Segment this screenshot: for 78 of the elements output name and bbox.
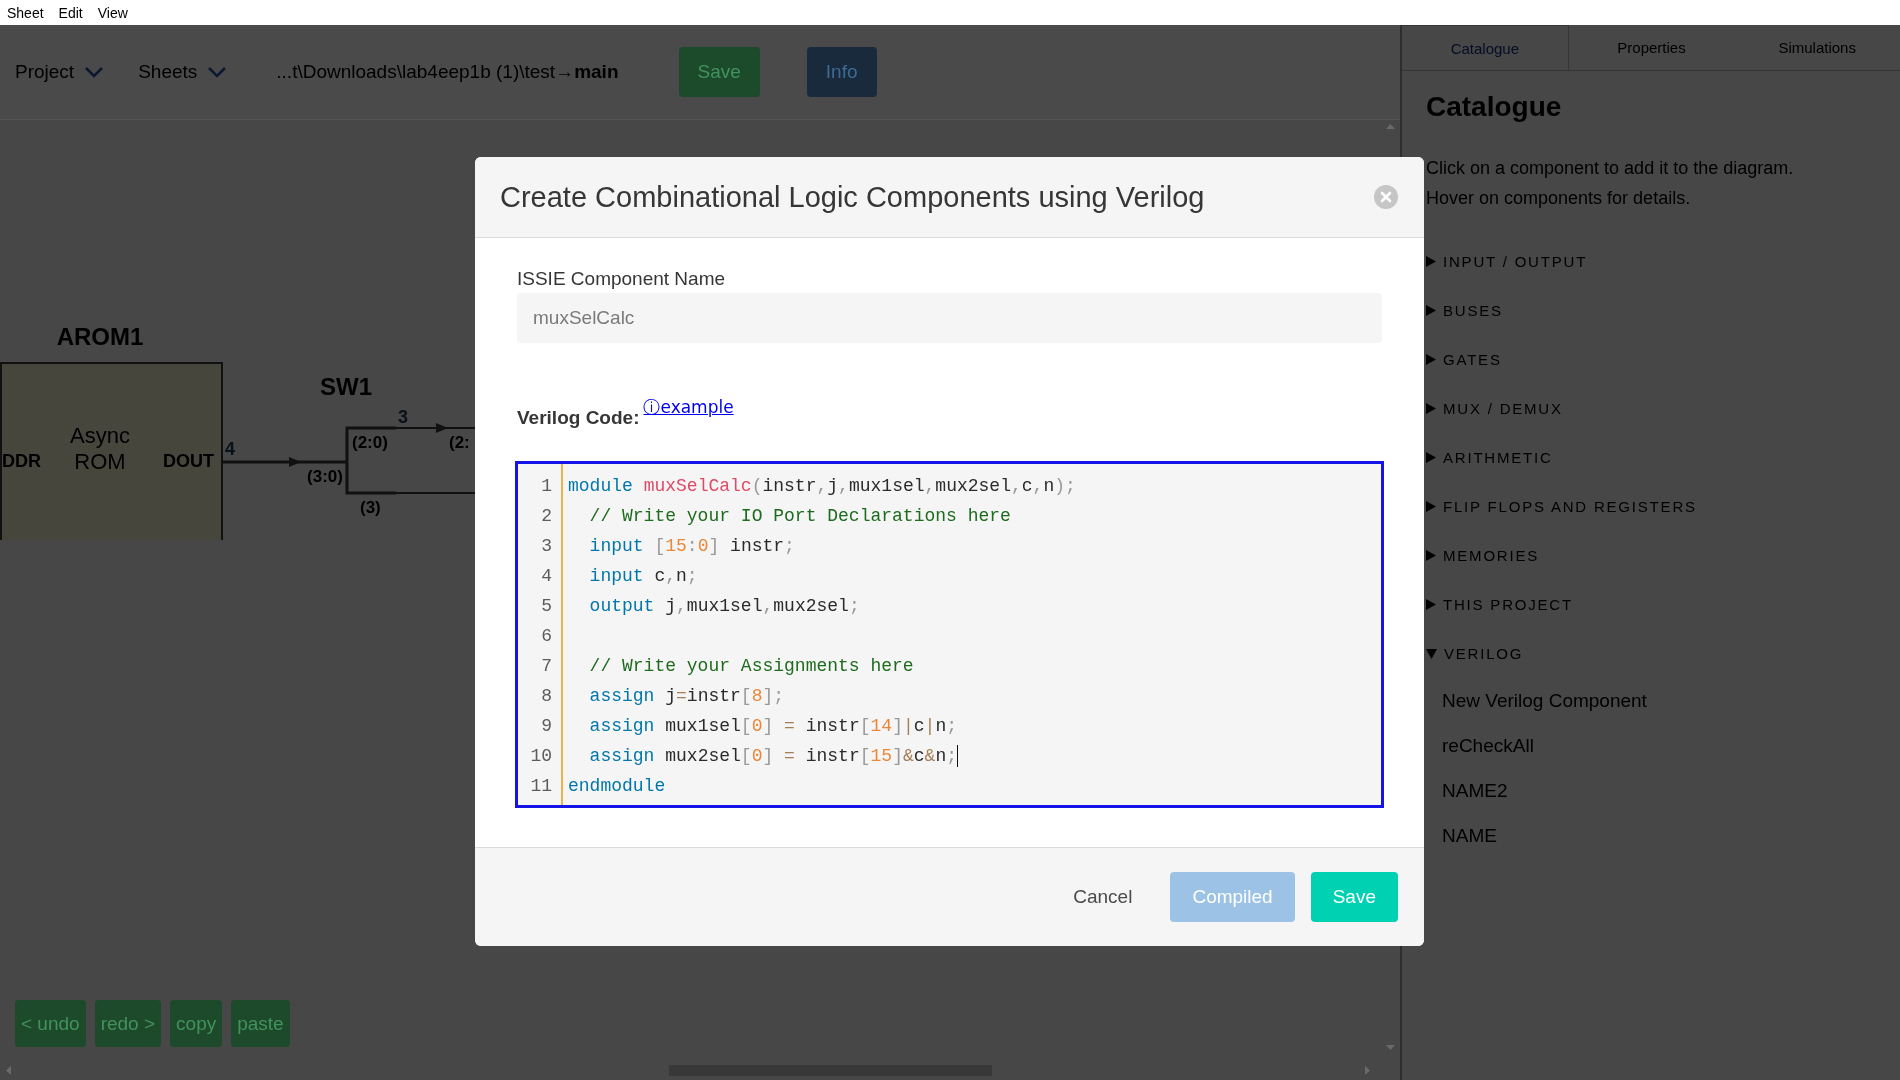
edit-button[interactable]: < undo [15,1000,86,1047]
catalogue-item[interactable]: reCheckAll [1442,723,1534,768]
category-toggle[interactable]: THIS PROJECT [1426,580,1573,629]
category-toggle[interactable]: INPUT / OUTPUT [1426,237,1588,286]
bus-width-label: 3 [398,407,408,427]
dialog-title: Create Combinational Logic Components using Verilog [500,180,1205,214]
code-line: assign mux1sel[0] = instr[14]|c|n; [588,715,957,738]
code-editor[interactable] [515,461,1384,808]
scroll-down-icon[interactable] [1385,1045,1395,1050]
code-line: assign j=instr[8]; [588,685,785,708]
component-name: SW1 [320,373,372,400]
port-label: (3) [360,498,381,517]
toolbar-button[interactable]: Info [806,47,877,97]
splitter-symbol [345,426,396,495]
code-line: assign mux2sel[0] = instr[15]&c&n; [588,744,958,769]
line-number: 6 [540,625,553,648]
line-number: 3 [540,535,553,558]
catalogue-item[interactable]: NAME2 [1442,768,1508,813]
component-name: AROM1 [56,323,144,350]
scroll-right-icon[interactable] [1365,1065,1370,1075]
scroll-up-icon[interactable] [1385,124,1395,129]
line-number: 5 [540,595,553,618]
chevron-down-icon [207,66,228,78]
code-line: input [15:0] instr; [588,535,795,558]
code-label: Verilog Code: [517,407,640,428]
port-label: DOUT [163,451,214,471]
edit-button[interactable]: copy [170,1000,223,1047]
panel-tab[interactable]: Catalogue [1402,25,1569,70]
port-label: DDR [2,451,41,471]
menu-item[interactable]: View [97,4,128,21]
code-line: endmodule [568,775,666,798]
dropdown-menu[interactable]: Sheets [138,61,228,83]
menu-item[interactable]: Sheet [7,4,44,21]
panel-description: Click on a component to add it to the diagram. [1426,157,1794,180]
dialog-button[interactable]: Save [1310,872,1398,922]
category-toggle[interactable]: VERILOG [1426,629,1524,678]
panel-description: Hover on components for details. [1426,187,1691,210]
line-number: 2 [540,505,553,528]
bus-width-label: 4 [225,439,235,459]
category-toggle[interactable]: FLIP FLOPS AND REGISTERS [1426,482,1697,531]
line-number: 7 [540,655,553,678]
chevron-down-icon [84,66,105,78]
catalogue-item[interactable]: New Verilog Component [1442,678,1647,723]
code-line: input c,n; [588,565,698,588]
line-number: 9 [540,715,553,738]
port-label: (3:0) [307,467,343,486]
category-toggle[interactable]: ARITHMETIC [1426,433,1553,482]
code-line: // Write your IO Port Declarations here [588,505,1011,528]
file-path: ...t\Downloads\lab4eep1b (1)\test→main [276,61,619,83]
scroll-left-icon[interactable] [6,1065,11,1075]
component-label: Async ROM [70,423,130,474]
port-label: (2: [449,433,470,452]
catalogue-item[interactable]: NAME [1442,813,1497,858]
category-toggle[interactable]: BUSES [1426,286,1503,335]
close-icon[interactable] [1374,185,1398,209]
code-line: module muxSelCalc(instr,j,mux1sel,mux2sel,c,n); [568,475,1076,498]
dropdown-menu[interactable]: Project [15,61,105,83]
edit-button[interactable]: paste [231,1000,290,1047]
category-toggle[interactable]: GATES [1426,335,1502,384]
toolbar-button[interactable]: Save [678,47,760,97]
line-number: 10 [529,745,553,768]
example-link[interactable]: ⓘexample [643,397,734,417]
code-line: // Write your Assignments here [588,655,914,678]
line-number: 1 [540,475,553,498]
line-number: 4 [540,565,553,588]
field-label: ISSIE Component Name [517,267,726,291]
line-number: 11 [529,775,553,798]
dialog-button[interactable]: Cancel [1057,872,1149,922]
menu-item[interactable]: Edit [58,4,83,21]
panel-tab[interactable]: Simulations [1734,25,1900,70]
panel-title: Catalogue [1426,90,1562,124]
panel-tab[interactable]: Properties [1568,25,1735,70]
category-toggle[interactable]: MEMORIES [1426,531,1540,580]
line-number: 8 [540,685,553,708]
edit-button[interactable]: redo > [94,1000,162,1047]
category-toggle[interactable]: MUX / DEMUX [1426,384,1563,433]
code-line: output j,mux1sel,mux2sel; [588,595,860,618]
port-label: (2:0) [352,433,388,452]
